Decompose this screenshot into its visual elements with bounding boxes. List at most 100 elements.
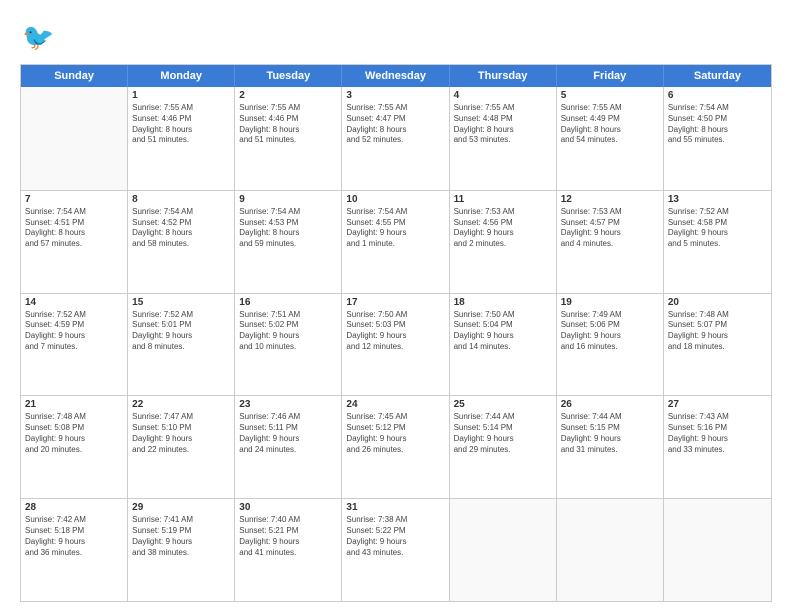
cell-line-2: Daylight: 8 hours [454, 125, 552, 136]
cell-line-3: and 51 minutes. [132, 135, 230, 146]
day-cell-4: 4Sunrise: 7:55 AMSunset: 4:48 PMDaylight… [450, 87, 557, 190]
cell-line-0: Sunrise: 7:48 AM [25, 412, 123, 423]
cell-line-0: Sunrise: 7:54 AM [239, 207, 337, 218]
cell-line-3: and 59 minutes. [239, 239, 337, 250]
cell-line-1: Sunset: 5:21 PM [239, 526, 337, 537]
cell-line-1: Sunset: 4:58 PM [668, 218, 767, 229]
cell-line-2: Daylight: 9 hours [346, 228, 444, 239]
calendar: SundayMondayTuesdayWednesdayThursdayFrid… [20, 64, 772, 602]
cell-line-2: Daylight: 9 hours [668, 331, 767, 342]
day-number: 28 [25, 502, 123, 513]
day-number: 11 [454, 194, 552, 205]
cell-line-1: Sunset: 4:50 PM [668, 114, 767, 125]
cell-line-3: and 22 minutes. [132, 445, 230, 456]
cell-line-0: Sunrise: 7:48 AM [668, 310, 767, 321]
cell-line-3: and 7 minutes. [25, 342, 123, 353]
svg-text:🐦: 🐦 [22, 22, 54, 52]
cell-line-1: Sunset: 5:10 PM [132, 423, 230, 434]
cell-line-1: Sunset: 4:53 PM [239, 218, 337, 229]
cell-line-0: Sunrise: 7:42 AM [25, 515, 123, 526]
cell-line-3: and 52 minutes. [346, 135, 444, 146]
cell-line-0: Sunrise: 7:52 AM [25, 310, 123, 321]
day-cell-23: 23Sunrise: 7:46 AMSunset: 5:11 PMDayligh… [235, 396, 342, 498]
cell-line-0: Sunrise: 7:47 AM [132, 412, 230, 423]
cell-line-1: Sunset: 5:14 PM [454, 423, 552, 434]
day-cell-17: 17Sunrise: 7:50 AMSunset: 5:03 PMDayligh… [342, 294, 449, 396]
cell-line-0: Sunrise: 7:45 AM [346, 412, 444, 423]
cell-line-0: Sunrise: 7:44 AM [454, 412, 552, 423]
cell-line-3: and 38 minutes. [132, 548, 230, 559]
cell-line-2: Daylight: 9 hours [25, 434, 123, 445]
day-number: 16 [239, 297, 337, 308]
day-cell-26: 26Sunrise: 7:44 AMSunset: 5:15 PMDayligh… [557, 396, 664, 498]
cell-line-2: Daylight: 9 hours [25, 537, 123, 548]
day-number: 10 [346, 194, 444, 205]
cell-line-3: and 14 minutes. [454, 342, 552, 353]
day-cell-28: 28Sunrise: 7:42 AMSunset: 5:18 PMDayligh… [21, 499, 128, 601]
cell-line-1: Sunset: 5:08 PM [25, 423, 123, 434]
cell-line-2: Daylight: 8 hours [668, 125, 767, 136]
cell-line-1: Sunset: 5:03 PM [346, 320, 444, 331]
day-cell-30: 30Sunrise: 7:40 AMSunset: 5:21 PMDayligh… [235, 499, 342, 601]
day-cell-19: 19Sunrise: 7:49 AMSunset: 5:06 PMDayligh… [557, 294, 664, 396]
empty-cell [557, 499, 664, 601]
cell-line-1: Sunset: 5:16 PM [668, 423, 767, 434]
cell-line-3: and 26 minutes. [346, 445, 444, 456]
day-cell-29: 29Sunrise: 7:41 AMSunset: 5:19 PMDayligh… [128, 499, 235, 601]
calendar-body: 1Sunrise: 7:55 AMSunset: 4:46 PMDaylight… [21, 87, 771, 601]
cell-line-2: Daylight: 9 hours [25, 331, 123, 342]
cell-line-3: and 53 minutes. [454, 135, 552, 146]
day-cell-24: 24 Sunrise: 7:45 AMSunset: 5:12 PMDayligh… [342, 396, 449, 498]
day-cell-20: 20Sunrise: 7:48 AMSunset: 5:07 PMDayligh… [664, 294, 771, 396]
cell-line-3: and 8 minutes. [132, 342, 230, 353]
day-cell-31: 31Sunrise: 7:38 AMSunset: 5:22 PMDayligh… [342, 499, 449, 601]
day-cell-7: 7Sunrise: 7:54 AMSunset: 4:51 PMDaylight… [21, 191, 128, 293]
cell-line-0: Sunrise: 7:54 AM [668, 103, 767, 114]
cell-line-1: Sunset: 4:52 PM [132, 218, 230, 229]
cell-line-3: and 4 minutes. [561, 239, 659, 250]
cell-line-2: Daylight: 9 hours [239, 434, 337, 445]
cell-line-2: Daylight: 8 hours [346, 125, 444, 136]
cell-line-1: Sunset: 5:12 PM [346, 423, 444, 434]
cell-line-3: and 18 minutes. [668, 342, 767, 353]
cell-line-0: Sunrise: 7:54 AM [346, 207, 444, 218]
cell-line-1: Sunset: 5:06 PM [561, 320, 659, 331]
cell-line-1: Sunset: 4:46 PM [239, 114, 337, 125]
day-cell-8: 8Sunrise: 7:54 AMSunset: 4:52 PMDaylight… [128, 191, 235, 293]
cell-line-0: Sunrise: 7:54 AM [25, 207, 123, 218]
empty-cell [21, 87, 128, 190]
cell-line-2: Daylight: 9 hours [346, 537, 444, 548]
cell-line-2: Daylight: 9 hours [132, 537, 230, 548]
cell-line-3: and 2 minutes. [454, 239, 552, 250]
cell-line-3: and 29 minutes. [454, 445, 552, 456]
empty-cell [450, 499, 557, 601]
cell-line-2: Daylight: 8 hours [132, 228, 230, 239]
cell-line-2: Daylight: 9 hours [346, 331, 444, 342]
day-cell-11: 11Sunrise: 7:53 AMSunset: 4:56 PMDayligh… [450, 191, 557, 293]
cell-line-2: Daylight: 9 hours [346, 434, 444, 445]
cell-line-1: Sunset: 4:55 PM [346, 218, 444, 229]
cell-line-3: and 55 minutes. [668, 135, 767, 146]
cell-line-0: Sunrise: 7:55 AM [561, 103, 659, 114]
cell-line-1: Sunset: 5:15 PM [561, 423, 659, 434]
day-number: 24 [346, 399, 444, 410]
header-day-friday: Friday [557, 65, 664, 87]
cell-line-2: Daylight: 8 hours [239, 125, 337, 136]
cell-line-0: Sunrise: 7:40 AM [239, 515, 337, 526]
day-number: 21 [25, 399, 123, 410]
cell-line-2: Daylight: 9 hours [454, 434, 552, 445]
day-cell-1: 1Sunrise: 7:55 AMSunset: 4:46 PMDaylight… [128, 87, 235, 190]
day-number: 7 [25, 194, 123, 205]
cell-line-1: Sunset: 5:04 PM [454, 320, 552, 331]
day-cell-3: 3Sunrise: 7:55 AMSunset: 4:47 PMDaylight… [342, 87, 449, 190]
cell-line-0: Sunrise: 7:49 AM [561, 310, 659, 321]
cell-line-2: Daylight: 9 hours [239, 331, 337, 342]
day-number: 25 [454, 399, 552, 410]
cell-line-1: Sunset: 4:48 PM [454, 114, 552, 125]
day-number: 22 [132, 399, 230, 410]
page: 🐦 SundayMondayTuesdayWednesdayThursdayFr… [0, 0, 792, 612]
day-number: 20 [668, 297, 767, 308]
empty-cell [664, 499, 771, 601]
day-number: 17 [346, 297, 444, 308]
cell-line-2: Daylight: 8 hours [132, 125, 230, 136]
